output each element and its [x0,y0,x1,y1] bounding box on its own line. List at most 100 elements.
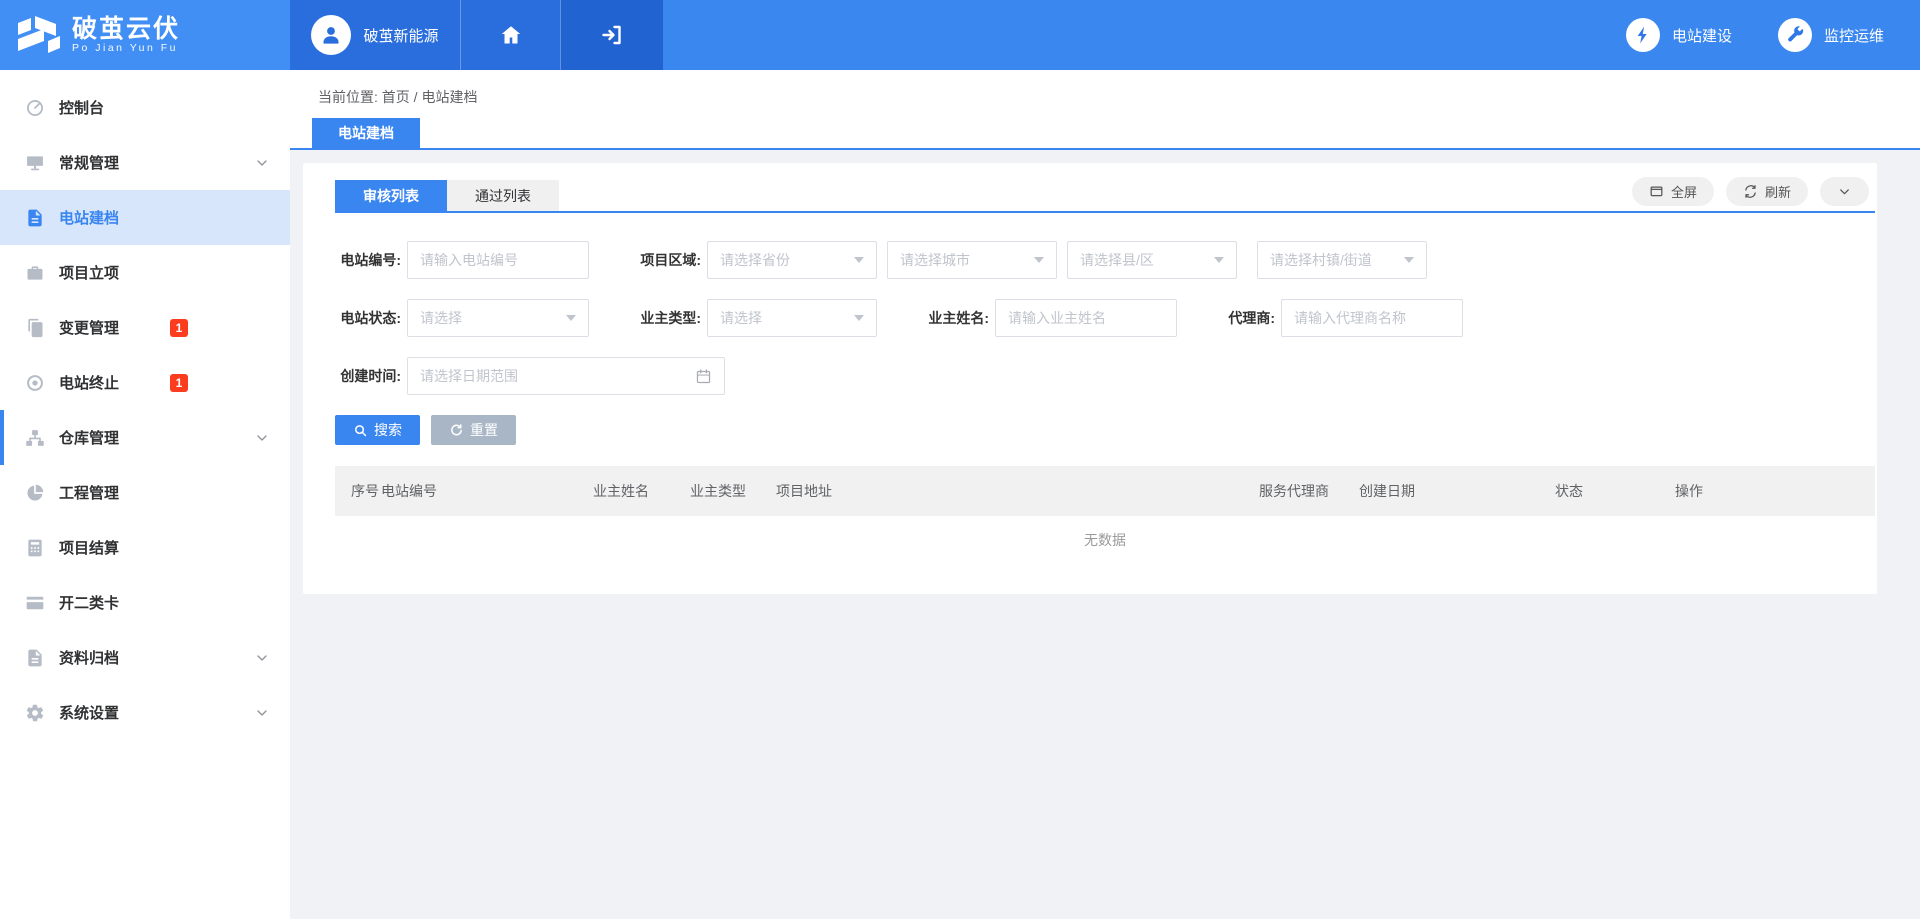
gear-icon [25,703,45,723]
owner-type-placeholder: 请选择 [720,308,762,328]
fullscreen-button[interactable]: 全屏 [1632,177,1714,206]
user-icon [318,22,344,48]
sidebar-item-station-termination[interactable]: 电站终止 1 [0,355,290,410]
home-button[interactable] [460,0,560,70]
main-content: 当前位置: 首页 / 电站建档 电站建档 审核列表 通过列表 全屏 [290,70,1920,919]
brand-logo-icon [16,15,62,55]
breadcrumb-label: 当前位置: [318,89,378,105]
column-header-created-date: 创建日期 [1359,466,1555,516]
sidebar: 控制台 常规管理 电站建档 项目立项 [0,70,290,919]
sidebar-item-system-settings[interactable]: 系统设置 [0,685,290,740]
sidebar-item-project-initiation[interactable]: 项目立项 [0,245,290,300]
header-right-nav: 电站建设 监控运维 [1626,0,1884,70]
top-header: 破茧云伏 Po Jian Yun Fu 破茧新能源 [0,0,1920,70]
filter-row-1: 电站编号: 项目区域: 请选择省份 请选择城市 [335,241,1875,279]
town-select[interactable]: 请选择村镇/街道 [1257,241,1427,279]
login-arrow-icon [600,23,624,47]
chevron-down-icon [1837,184,1852,199]
app-window: 破茧云伏 Po Jian Yun Fu 破茧新能源 [0,0,1920,919]
region-group: 项目区域: 请选择省份 请选择城市 请选择县/区 [635,241,1427,279]
nav-monitoring-ops[interactable]: 监控运维 [1778,18,1884,52]
sidebar-item-data-archive[interactable]: 资料归档 [0,630,290,685]
sidebar-item-engineering-mgmt[interactable]: 工程管理 [0,465,290,520]
archive-file-icon [25,648,45,668]
company-name: 破茧新能源 [363,25,438,46]
calendar-icon [695,368,712,385]
filter-form: 电站编号: 项目区域: 请选择省份 请选择城市 [335,241,1875,445]
county-placeholder: 请选择县/区 [1080,250,1154,270]
sidebar-item-warehouse-mgmt[interactable]: 仓库管理 [0,410,290,465]
search-button[interactable]: 搜索 [335,415,420,445]
station-status-select[interactable]: 请选择 [407,299,589,337]
created-time-label: 创建时间: [335,366,401,386]
agent-input[interactable] [1281,299,1463,337]
document-icon [25,208,45,228]
caret-down-icon [1034,257,1044,263]
region-label: 项目区域: [635,250,701,270]
column-header-service-agent: 服务代理商 [1259,466,1359,516]
avatar [311,15,351,55]
caret-down-icon [1214,257,1224,263]
sidebar-item-label: 项目结算 [59,537,270,558]
home-icon [499,23,523,47]
refresh-label: 刷新 [1765,182,1791,201]
province-select[interactable]: 请选择省份 [707,241,877,279]
caret-down-icon [854,257,864,263]
brand-text: 破茧云伏 Po Jian Yun Fu [72,16,180,54]
station-no-input[interactable] [407,241,589,279]
chevron-down-icon [254,155,270,171]
dashboard-icon [25,98,45,118]
list-tabs: 审核列表 通过列表 [335,180,559,211]
notification-badge: 1 [170,319,188,337]
sidebar-item-open-card[interactable]: 开二类卡 [0,575,290,630]
agent-label: 代理商: [1223,308,1275,328]
results-table: 序号 电站编号 业主姓名 业主类型 项目地址 服务代理商 创建日期 状态 操作 [335,466,1875,516]
copy-icon [25,318,45,338]
sidebar-item-project-settlement[interactable]: 项目结算 [0,520,290,575]
sidebar-item-label: 控制台 [59,97,270,118]
refresh-icon [1743,184,1758,199]
filter-row-2: 电站状态: 请选择 业主类型: 请选择 业主 [335,299,1875,337]
reset-label: 重置 [470,420,498,440]
owner-name-input[interactable] [995,299,1177,337]
page-tab-station-filing[interactable]: 电站建档 [312,118,420,148]
town-placeholder: 请选择村镇/街道 [1270,250,1372,270]
breadcrumb-home-link[interactable]: 首页 [382,89,410,105]
agent-group: 代理商: [1223,299,1463,337]
fullscreen-icon [1649,184,1664,199]
created-time-group: 创建时间: 请选择日期范围 [335,357,725,395]
city-select[interactable]: 请选择城市 [887,241,1057,279]
refresh-button[interactable]: 刷新 [1726,177,1808,206]
fullscreen-label: 全屏 [1671,182,1697,201]
date-range-placeholder: 请选择日期范围 [420,366,518,386]
header-spacer [663,0,1626,70]
owner-type-label: 业主类型: [635,308,701,328]
empty-state: 无数据 [335,516,1875,564]
owner-type-select[interactable]: 请选择 [707,299,877,337]
nav-label: 监控运维 [1824,25,1884,46]
reset-button[interactable]: 重置 [431,415,516,445]
sidebar-item-change-mgmt[interactable]: 变更管理 1 [0,300,290,355]
sidebar-item-station-filing[interactable]: 电站建档 [0,190,290,245]
caret-down-icon [1404,257,1414,263]
column-header-actions: 操作 [1675,466,1875,516]
collapse-button[interactable] [1820,177,1869,206]
sidebar-item-console[interactable]: 控制台 [0,80,290,135]
user-menu[interactable]: 破茧新能源 [290,0,460,70]
column-header-station-no: 电站编号 [381,466,593,516]
brand-name: 破茧云伏 [72,16,180,42]
notification-badge: 1 [170,374,188,392]
sidebar-item-label: 变更管理 [59,317,170,338]
owner-name-group: 业主姓名: [923,299,1177,337]
briefcase-icon [25,263,45,283]
tab-review-list[interactable]: 审核列表 [335,180,447,211]
monitor-icon [25,153,45,173]
sidebar-item-label: 工程管理 [59,482,270,503]
date-range-input[interactable]: 请选择日期范围 [407,357,725,395]
sidebar-item-general-mgmt[interactable]: 常规管理 [0,135,290,190]
logout-button[interactable] [560,0,663,70]
county-select[interactable]: 请选择县/区 [1067,241,1237,279]
tab-passed-list[interactable]: 通过列表 [447,180,559,211]
nav-station-construction[interactable]: 电站建设 [1626,18,1732,52]
reset-icon [449,423,464,438]
